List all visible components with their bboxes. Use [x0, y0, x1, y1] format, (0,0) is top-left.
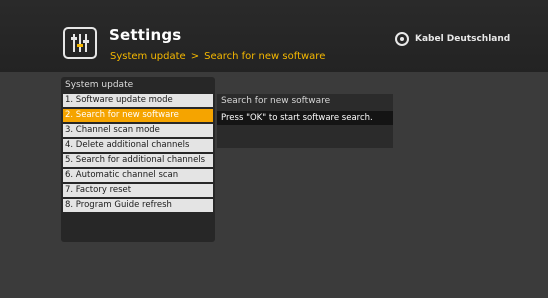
- menu-list: 1. Software update mode 2. Search for ne…: [63, 94, 213, 214]
- menu-item-search-new-software[interactable]: 2. Search for new software: [63, 109, 213, 122]
- settings-sliders-icon: [63, 27, 97, 59]
- menu-item-channel-scan-mode[interactable]: 3. Channel scan mode: [63, 124, 213, 137]
- page-title: Settings: [109, 26, 182, 44]
- menu-item-factory-reset[interactable]: 7. Factory reset: [63, 184, 213, 197]
- menu-item-software-update-mode[interactable]: 1. Software update mode: [63, 94, 213, 107]
- header-bar: Settings System update > Search for new so…: [0, 0, 548, 72]
- system-update-menu: System update 1. Software update mode 2.…: [61, 77, 215, 242]
- breadcrumb-item-system-update: System update: [110, 51, 186, 62]
- breadcrumb-item-search-software: Search for new software: [204, 51, 326, 62]
- detail-title: Search for new software: [221, 96, 331, 106]
- breadcrumb: System update > Search for new software: [110, 51, 325, 62]
- detail-panel: Search for new software Press "OK" to st…: [217, 94, 393, 148]
- brand: Kabel Deutschland: [395, 31, 510, 47]
- brand-name: Kabel Deutschland: [415, 34, 511, 44]
- menu-item-delete-additional-channels[interactable]: 4. Delete additional channels: [63, 139, 213, 152]
- menu-item-automatic-channel-scan[interactable]: 6. Automatic channel scan: [63, 169, 213, 182]
- menu-item-program-guide-refresh[interactable]: 8. Program Guide refresh: [63, 199, 213, 212]
- tv-settings-screen: Settings System update > Search for new so…: [0, 0, 548, 298]
- menu-title: System update: [65, 80, 134, 90]
- breadcrumb-separator: >: [190, 51, 200, 62]
- start-search-prompt[interactable]: Press "OK" to start software search.: [217, 111, 393, 125]
- kabel-deutschland-logo-icon: [395, 32, 409, 46]
- menu-item-search-additional-channels[interactable]: 5. Search for additional channels: [63, 154, 213, 167]
